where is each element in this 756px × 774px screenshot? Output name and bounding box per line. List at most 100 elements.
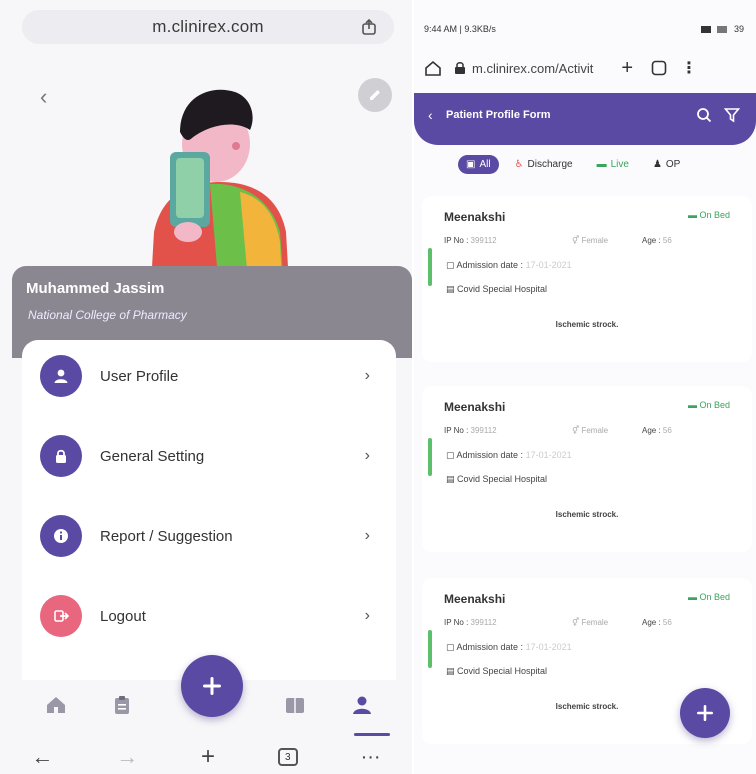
menu-report-suggestion[interactable]: Report / Suggestion › — [40, 514, 384, 558]
menu-label: General Setting — [100, 447, 205, 465]
age-value: 56 — [662, 426, 672, 435]
address-bar[interactable]: m.clinirex.com — [22, 10, 394, 44]
hospital: ▤ Covid Special Hospital — [446, 666, 547, 677]
menu-logout[interactable]: Logout › — [40, 594, 384, 638]
header-title: Patient Profile Form — [446, 109, 551, 121]
age: Age : 56 — [642, 236, 672, 245]
hospital-icon: ▤ — [446, 474, 458, 484]
status-text: On Bed — [699, 592, 730, 602]
right-screen: 9:44 AM | 9.3KB/s 39 m.clinirex.com/Acti… — [414, 0, 756, 774]
profile-college: National College of Pharmacy — [28, 308, 187, 322]
add-patient-button[interactable] — [680, 688, 730, 738]
add-button[interactable] — [181, 655, 243, 717]
admission-date: ▢ Admission date : 17-01-2021 — [446, 260, 572, 271]
age-label: Age : — [642, 236, 663, 245]
filter-icon[interactable] — [724, 107, 740, 123]
card-accent — [428, 248, 432, 286]
plus-icon — [203, 677, 221, 695]
filter-discharge[interactable]: ♿ Discharge — [507, 155, 581, 174]
lock-icon — [40, 435, 82, 477]
card-accent — [428, 630, 432, 668]
back-chevron-icon[interactable]: ‹ — [40, 84, 47, 110]
browser-toolbar: ← → + 3 ··· — [0, 740, 412, 774]
patient-card[interactable]: Meenakshi ▬ On Bed IP No : 399112 ⚥ Fema… — [422, 196, 752, 362]
book-icon[interactable] — [284, 695, 306, 715]
share-icon[interactable] — [360, 18, 378, 36]
hospital: ▤ Covid Special Hospital — [446, 474, 547, 485]
patient-name: Meenakshi — [444, 400, 506, 414]
ip-label: IP No : — [444, 618, 471, 627]
signal-icon — [700, 26, 711, 34]
hospital-name: Covid Special Hospital — [457, 666, 548, 676]
more-menu-icon[interactable]: ··· — [361, 746, 381, 769]
age: Age : 56 — [642, 618, 672, 627]
bed-icon: ▬ — [687, 592, 700, 602]
more-menu-icon[interactable]: ⋮ — [681, 58, 697, 78]
diagnosis: Ischemic strock. — [555, 320, 619, 329]
bed-icon: ▬ — [596, 158, 607, 170]
home-icon[interactable] — [45, 695, 67, 715]
browser-forward-icon[interactable]: → — [116, 744, 138, 770]
edit-profile-button[interactable] — [358, 78, 392, 112]
browser-back-icon[interactable]: ← — [31, 744, 53, 770]
status-time: 9:44 AM | 9.3KB/s — [424, 24, 496, 34]
status-badge: ▬ On Bed — [688, 592, 730, 602]
back-chevron-icon[interactable]: ‹ — [428, 107, 433, 123]
menu-user-profile[interactable]: User Profile › — [40, 354, 384, 398]
app-header: ‹ Patient Profile Form — [414, 93, 756, 145]
patient-card[interactable]: Meenakshi ▬ On Bed IP No : 399112 ⚥ Fema… — [422, 386, 752, 552]
gender: ⚥ Female — [572, 618, 609, 627]
hospital: ▤ Covid Special Hospital — [446, 284, 547, 295]
logout-icon — [40, 595, 82, 637]
ip-number: IP No : 399112 — [444, 426, 497, 435]
left-screen: m.clinirex.com ‹ Muhammed Jassim Nationa… — [0, 0, 412, 774]
chrome-toolbar: m.clinirex.com/Activit + ⋮ — [414, 50, 756, 86]
plus-icon — [697, 705, 713, 721]
age-value: 56 — [662, 618, 672, 627]
chip-label: OP — [665, 158, 681, 170]
user-icon — [40, 355, 82, 397]
address-url: m.clinirex.com — [152, 17, 264, 36]
hospital-icon: ▤ — [446, 284, 458, 294]
admission-label: Admission date : — [456, 260, 526, 270]
person-icon: ♟ — [652, 158, 662, 170]
hospital-name: Covid Special Hospital — [457, 474, 548, 484]
chip-label: All — [479, 158, 491, 170]
ip-number: IP No : 399112 — [444, 236, 497, 245]
address-url[interactable]: m.clinirex.com/Activit — [472, 61, 593, 76]
admission-label: Admission date : — [456, 450, 526, 460]
new-tab-icon[interactable]: + — [201, 743, 215, 771]
calendar-icon: ▢ — [446, 450, 457, 460]
tab-count-button[interactable]: 3 — [277, 748, 298, 766]
clipboard-icon[interactable] — [112, 694, 132, 716]
chevron-right-icon: › — [364, 447, 370, 464]
age: Age : 56 — [642, 426, 672, 435]
chip-label: Discharge — [527, 158, 573, 170]
profile-nav-icon[interactable] — [351, 694, 373, 716]
hospital-name: Covid Special Hospital — [457, 284, 548, 294]
calendar-icon: ▢ — [446, 642, 457, 652]
ip-label: IP No : — [444, 236, 471, 245]
filter-op[interactable]: ♟ OP — [645, 155, 688, 174]
filter-all[interactable]: ▣ All — [458, 154, 499, 174]
menu-general-setting[interactable]: General Setting › — [40, 434, 384, 478]
new-tab-icon[interactable]: + — [621, 57, 633, 80]
age-label: Age : — [642, 426, 663, 435]
ip-value: 399112 — [470, 618, 497, 627]
patient-name: Meenakshi — [444, 210, 506, 224]
tabs-icon[interactable] — [651, 60, 667, 76]
admission-date: ▢ Admission date : 17-01-2021 — [446, 642, 572, 653]
card-accent — [428, 438, 432, 476]
calendar-icon: ▢ — [446, 260, 457, 270]
gender-value: Female — [581, 618, 609, 627]
search-icon[interactable] — [696, 107, 712, 123]
filter-live[interactable]: ▬ Live — [589, 155, 637, 174]
calendar-icon: ▣ — [466, 158, 476, 170]
gender-value: Female — [581, 236, 609, 245]
age-label: Age : — [642, 618, 663, 627]
chevron-right-icon: › — [364, 367, 370, 384]
home-icon[interactable] — [424, 59, 442, 77]
age-value: 56 — [662, 236, 672, 245]
gender: ⚥ Female — [572, 236, 609, 245]
nav-active-indicator — [354, 733, 390, 736]
